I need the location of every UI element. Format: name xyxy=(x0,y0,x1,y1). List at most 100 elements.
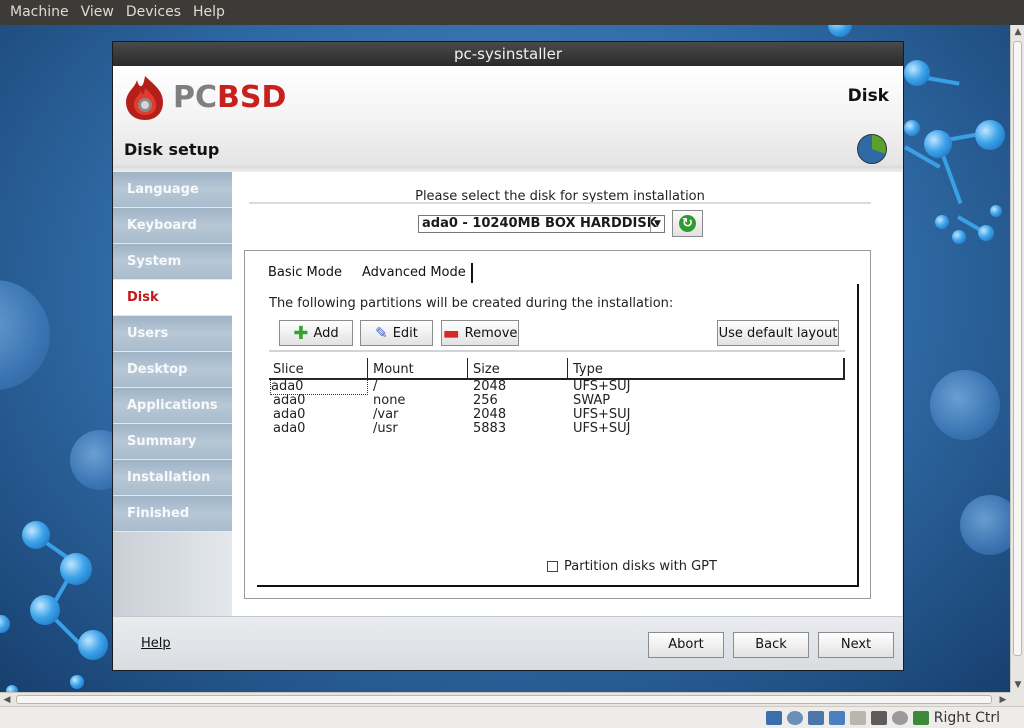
molecule-atom xyxy=(70,675,84,689)
disk-select-value: ada0 - 10240MB BOX HARDDISK xyxy=(422,216,657,231)
next-button[interactable]: Next xyxy=(818,632,894,658)
cell-type: UFS+SUJ xyxy=(573,407,631,422)
tab-advanced-mode[interactable]: Advanced Mode xyxy=(362,265,466,280)
molecule-atom xyxy=(975,120,1005,150)
disk-select-combo[interactable]: ada0 - 10240MB BOX HARDDISK ▼ xyxy=(418,215,665,233)
molecule-atom xyxy=(60,553,92,585)
shared-folder-icon[interactable] xyxy=(849,710,866,725)
sidebar-item-desktop[interactable]: Desktop xyxy=(113,352,232,388)
sidebar-item-keyboard[interactable]: Keyboard xyxy=(113,208,232,244)
column-header-size[interactable]: Size xyxy=(473,362,500,377)
molecule-atom xyxy=(904,60,930,86)
host-menu-devices[interactable]: Devices xyxy=(120,0,187,25)
add-label: Add xyxy=(313,325,339,341)
hard-disk-icon[interactable] xyxy=(765,710,782,725)
column-header-slice[interactable]: Slice xyxy=(273,362,304,377)
remove-partition-button[interactable]: ▬ Remove xyxy=(441,320,519,346)
help-button[interactable]: Help xyxy=(141,636,171,651)
host-horizontal-scrollbar[interactable]: ◀ ▶ xyxy=(0,692,1010,706)
table-row[interactable]: ada0 / 2048 UFS+SUJ xyxy=(269,379,845,395)
column-separator[interactable] xyxy=(567,358,568,380)
scrollbar-thumb[interactable] xyxy=(16,695,992,704)
background-disc xyxy=(930,370,1000,440)
sidebar-item-finished[interactable]: Finished xyxy=(113,496,232,532)
column-header-mount[interactable]: Mount xyxy=(373,362,414,377)
scroll-up-icon[interactable]: ▲ xyxy=(1011,25,1024,39)
usb-icon[interactable] xyxy=(807,710,824,725)
gpt-option[interactable]: Partition disks with GPT xyxy=(547,559,717,574)
molecule-atom xyxy=(0,615,10,633)
partition-table[interactable]: Slice Mount Size Type ada0 / 2048 UFS+SU… xyxy=(269,358,845,436)
use-default-layout-button[interactable]: Use default layout xyxy=(717,320,839,346)
scroll-corner xyxy=(1010,692,1024,706)
sidebar-item-users[interactable]: Users xyxy=(113,316,232,352)
host-vertical-scrollbar[interactable]: ▲ ▼ xyxy=(1010,25,1024,692)
disk-usage-icon xyxy=(857,134,887,164)
host-menubar: Machine View Devices Help xyxy=(0,0,1024,25)
cell-mount: none xyxy=(373,393,406,408)
molecule-atom xyxy=(935,215,949,229)
partitions-message: The following partitions will be created… xyxy=(269,296,674,311)
molecule-atom xyxy=(924,130,952,158)
sidebar-item-installation[interactable]: Installation xyxy=(113,460,232,496)
window-titlebar[interactable]: pc-sysinstaller xyxy=(113,42,903,66)
flame-logo-icon xyxy=(126,76,163,120)
network-icon[interactable] xyxy=(828,710,845,725)
edit-partition-button[interactable]: ✎ Edit xyxy=(360,320,433,346)
table-row[interactable]: ada0 /usr 5883 UFS+SUJ xyxy=(269,422,845,436)
scroll-left-icon[interactable]: ◀ xyxy=(0,693,14,707)
sidebar-item-disk[interactable]: Disk xyxy=(113,280,232,316)
mouse-integration-icon[interactable] xyxy=(912,710,929,725)
cell-type: UFS+SUJ xyxy=(573,421,631,436)
host-menu-machine[interactable]: Machine xyxy=(4,0,75,25)
column-separator[interactable] xyxy=(367,358,368,380)
refresh-disks-button[interactable]: ↻ xyxy=(672,210,703,237)
optical-drive-icon[interactable] xyxy=(786,710,803,725)
sidebar-item-language[interactable]: Language xyxy=(113,172,232,208)
background-disc xyxy=(960,495,1010,555)
edit-label: Edit xyxy=(392,325,418,341)
virtualization-icon xyxy=(891,710,908,725)
header: PCBSD Disk Disk setup xyxy=(113,66,903,166)
partition-tab-widget: Basic Mode Advanced Mode The following p… xyxy=(244,250,871,599)
gpt-label: Partition disks with GPT xyxy=(564,559,717,574)
cell-size: 256 xyxy=(473,393,498,408)
minus-icon: ▬ xyxy=(442,322,460,344)
display-icon[interactable] xyxy=(870,710,887,725)
tab-basic-mode[interactable]: Basic Mode xyxy=(268,265,342,280)
scrollbar-thumb[interactable] xyxy=(1013,41,1022,656)
advanced-mode-page: The following partitions will be created… xyxy=(257,284,859,587)
abort-button[interactable]: Abort xyxy=(648,632,724,658)
molecule-atom xyxy=(904,120,920,136)
footer-bar: Help Abort Back Next xyxy=(113,616,903,670)
gpt-checkbox[interactable] xyxy=(547,561,558,572)
cell-type: SWAP xyxy=(573,393,611,408)
table-row[interactable]: ada0 none 256 SWAP xyxy=(269,394,845,408)
separator xyxy=(249,202,871,204)
molecule-atom xyxy=(78,630,108,660)
main-panel: Please select the disk for system instal… xyxy=(232,172,902,616)
cell-slice: ada0 xyxy=(273,407,306,422)
molecule-atom xyxy=(990,205,1002,217)
molecule-atom xyxy=(30,595,60,625)
column-separator[interactable] xyxy=(467,358,468,380)
sidebar-item-applications[interactable]: Applications xyxy=(113,388,232,424)
scroll-down-icon[interactable]: ▼ xyxy=(1011,678,1024,692)
cell-size: 5883 xyxy=(473,421,507,436)
sidebar-item-summary[interactable]: Summary xyxy=(113,424,232,460)
back-button[interactable]: Back xyxy=(733,632,809,658)
scroll-right-icon[interactable]: ▶ xyxy=(996,693,1010,707)
column-header-type[interactable]: Type xyxy=(573,362,603,377)
host-menu-view[interactable]: View xyxy=(75,0,120,25)
plus-icon: ✚ xyxy=(293,322,309,344)
chevron-down-icon[interactable]: ▼ xyxy=(650,216,664,232)
partition-toolbar: ✚ Add ✎ Edit ▬ Remove Use default layout xyxy=(269,320,845,352)
sidebar-item-system[interactable]: System xyxy=(113,244,232,280)
pcbsd-logo: PCBSD xyxy=(123,72,313,124)
table-row[interactable]: ada0 /var 2048 UFS+SUJ xyxy=(269,408,845,422)
add-partition-button[interactable]: ✚ Add xyxy=(279,320,353,346)
logo-pc-text: PC xyxy=(173,80,218,115)
host-menu-help[interactable]: Help xyxy=(187,0,231,25)
host-status-bar: Right Ctrl xyxy=(0,706,1024,728)
section-title: Disk setup xyxy=(124,140,220,159)
